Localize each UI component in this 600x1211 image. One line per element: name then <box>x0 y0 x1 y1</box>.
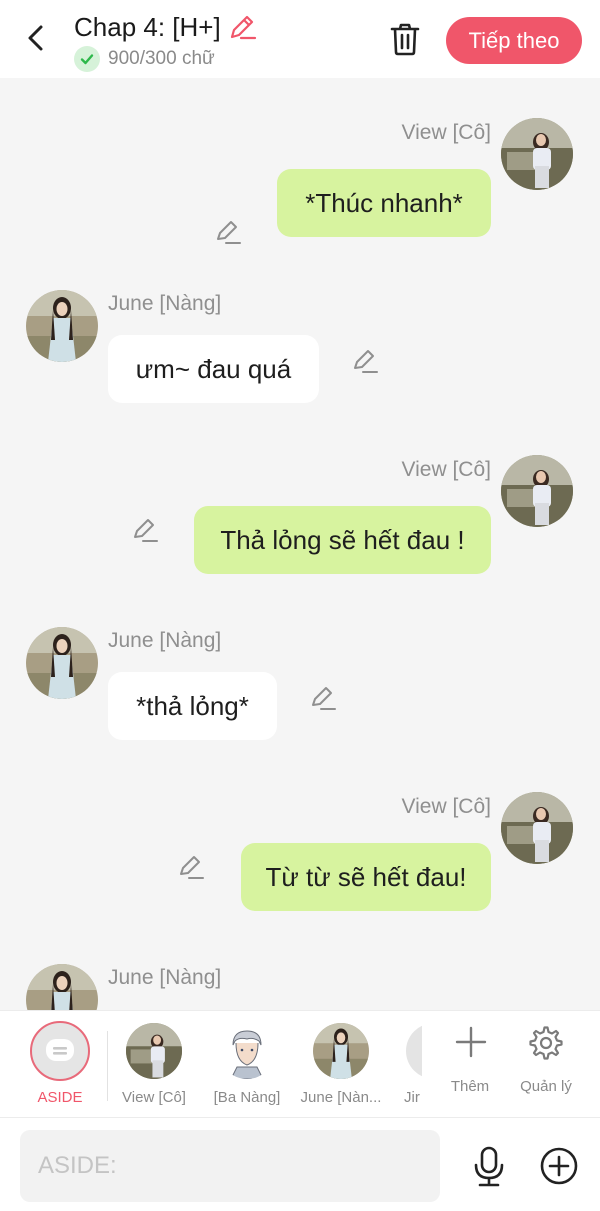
edit-message-icon[interactable] <box>350 346 380 376</box>
character-aside[interactable]: ASIDE <box>0 1011 120 1119</box>
edit-message-icon[interactable] <box>176 852 206 882</box>
character-selector: ASIDE View [Cô] [Ba Nàng] June [Nàn... J… <box>0 1010 600 1118</box>
character-label: [Ba Nàng] <box>213 1089 281 1106</box>
avatar-view[interactable] <box>501 455 573 527</box>
message-bubble[interactable]: *thả lỏng* <box>108 672 277 740</box>
message-bubble[interactable]: ưm~ đau quá <box>108 335 319 403</box>
plus-icon <box>455 1026 487 1058</box>
gear-icon <box>529 1026 563 1060</box>
character-label: ASIDE <box>37 1089 83 1106</box>
chapter-title: Chap 4: [H+] <box>74 12 221 42</box>
back-arrow-icon[interactable] <box>20 22 52 54</box>
composer-bar <box>0 1118 600 1211</box>
aside-icon <box>30 1021 90 1081</box>
edit-message-icon[interactable] <box>130 515 160 545</box>
avatar-june[interactable] <box>26 627 98 699</box>
character-june[interactable]: June [Nàn... <box>298 1011 384 1119</box>
message-item: View [Cô] *Thúc nhanh* <box>0 118 600 248</box>
message-bubble[interactable]: *Thúc nhanh* <box>277 169 491 237</box>
next-button[interactable]: Tiếp theo <box>446 17 582 64</box>
sender-name: June [Nàng] <box>108 966 222 989</box>
message-bubble[interactable]: Từ từ sẽ hết đau! <box>241 843 491 911</box>
word-count: 900/300 chữ <box>108 48 215 69</box>
avatar-view <box>126 1023 182 1079</box>
message-bubble[interactable]: Thả lỏng sẽ hết đau ! <box>194 506 491 574</box>
avatar-ba-nang <box>219 1023 275 1079</box>
message-item: View [Cô] Từ từ sẽ hết đau! <box>0 792 600 922</box>
message-item: June [Nàng] <box>0 964 600 1010</box>
edit-message-icon[interactable] <box>308 683 338 713</box>
sender-name: View [Cô] <box>401 121 492 144</box>
avatar-view[interactable] <box>501 792 573 864</box>
message-item: June [Nàng] *thả lỏng* <box>0 627 600 757</box>
add-circle-icon[interactable] <box>539 1146 579 1186</box>
sender-name: View [Cô] <box>401 458 492 481</box>
add-label: Thêm <box>450 1078 490 1095</box>
divider <box>107 1031 108 1101</box>
character-label: View [Cô] <box>122 1089 186 1106</box>
avatar-june[interactable] <box>26 964 98 1010</box>
word-count-row: 900/300 chữ <box>74 46 215 72</box>
edit-message-icon[interactable] <box>213 217 243 247</box>
message-input[interactable] <box>20 1130 440 1202</box>
trash-icon[interactable] <box>386 20 424 58</box>
check-icon <box>74 46 100 72</box>
microphone-icon[interactable] <box>470 1146 508 1188</box>
character-label: June [Nàn... <box>300 1089 382 1106</box>
character-jin[interactable]: Jir <box>400 1011 422 1119</box>
manage-button[interactable]: Quản lý <box>510 1011 582 1119</box>
sender-name: June [Nàng] <box>108 629 222 652</box>
character-ba-nang[interactable]: [Ba Nàng] <box>208 1011 286 1119</box>
avatar-june <box>313 1023 369 1079</box>
avatar-view[interactable] <box>501 118 573 190</box>
chapter-title-row: Chap 4: [H+] <box>74 11 257 43</box>
message-item: June [Nàng] ưm~ đau quá <box>0 290 600 420</box>
chat-area[interactable]: View [Cô] *Thúc nhanh* June [Nàng] ưm~ đ… <box>0 78 600 1010</box>
top-bar: Chap 4: [H+] 900/300 chữ Tiếp theo <box>0 0 600 78</box>
avatar-june[interactable] <box>26 290 98 362</box>
message-item: View [Cô] Thả lỏng sẽ hết đau ! <box>0 455 600 585</box>
sender-name: View [Cô] <box>401 795 492 818</box>
manage-label: Quản lý <box>520 1078 572 1095</box>
add-character-button[interactable]: Thêm <box>436 1011 504 1119</box>
character-view[interactable]: View [Cô] <box>114 1011 194 1119</box>
sender-name: June [Nàng] <box>108 292 222 315</box>
edit-title-icon[interactable] <box>227 12 257 42</box>
avatar-jin <box>406 1023 422 1079</box>
character-label: Jir <box>404 1089 420 1106</box>
